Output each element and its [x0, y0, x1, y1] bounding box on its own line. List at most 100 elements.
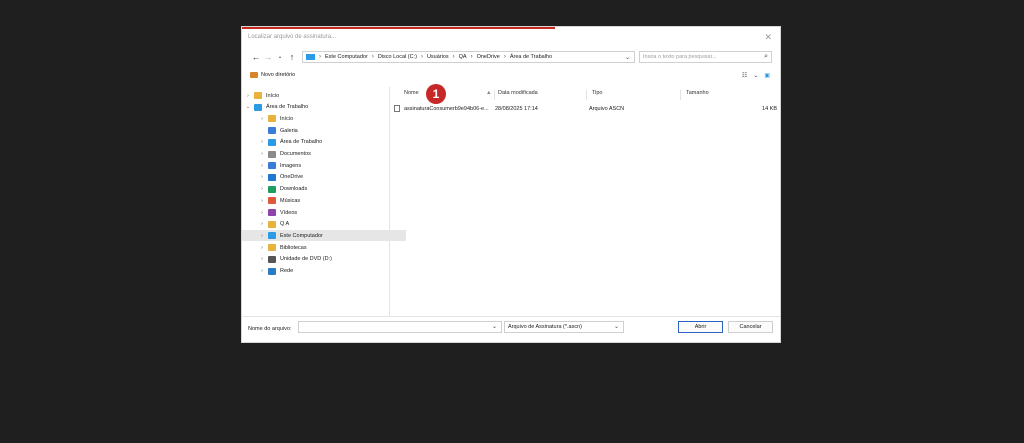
tree-item[interactable]: › Unidade de DVD (D:) [242, 254, 406, 265]
column-divider[interactable] [494, 90, 495, 100]
file-row[interactable]: assinaturaConsumerb9e94b06-e... 28/08/20… [394, 103, 778, 114]
tree-item-label: Documentos [280, 151, 311, 157]
tree-item[interactable]: › Documentos [242, 149, 406, 160]
breadcrumb-item[interactable]: OneDrive [477, 54, 500, 60]
new-folder-label: Novo diretório [261, 72, 296, 78]
cancel-button[interactable]: Cancelar [728, 321, 773, 333]
recent-chevron-icon[interactable]: ⌄ [274, 51, 286, 63]
step-badge: 1 [426, 84, 446, 104]
tree-item-label: Imagens [280, 162, 302, 169]
column-header-name[interactable]: Nome [404, 90, 419, 101]
preview-pane-icon[interactable]: ▣ [764, 72, 770, 79]
command-bar: Novo diretório ☷ ⌄ ▣ [242, 69, 780, 84]
tree-item-label: Este Computador [280, 232, 323, 239]
chevron-icon[interactable]: › [259, 174, 265, 180]
tree-item-label: Rede [280, 268, 294, 274]
chevron-icon[interactable]: › [259, 151, 265, 157]
title-bar: Localizar arquivo de assinatura... ✕ [242, 29, 780, 47]
breadcrumb-chevron-icon[interactable]: › [421, 54, 423, 60]
chevron-down-icon[interactable]: ⌄ [753, 72, 758, 79]
chevron-icon[interactable]: › [259, 233, 265, 239]
filetype-value: Arquivo de Assinatura (*.ascn) [508, 324, 582, 330]
tree-item-label: Início [266, 92, 280, 99]
breadcrumb-item[interactable]: Área de Trabalho [510, 54, 552, 60]
tree-item[interactable]: › Área de Trabalho [242, 137, 406, 148]
chevron-down-icon[interactable]: ⌄ [492, 323, 497, 330]
chevron-icon[interactable]: › [259, 139, 265, 145]
gallery-icon [268, 127, 276, 135]
tree-item[interactable]: Galeria [242, 125, 406, 136]
filename-input[interactable]: ⌄ [298, 321, 502, 333]
tree-item[interactable]: ⌄ Área de Trabalho [242, 102, 392, 113]
tree-item[interactable]: › Início [242, 113, 406, 124]
file-icon [394, 105, 400, 112]
music-icon [268, 197, 276, 205]
up-arrow-icon[interactable]: ↑ [286, 51, 298, 63]
address-bar[interactable]: › Este Computador › Disco Local (C:) › Usuári… [302, 51, 635, 63]
chevron-down-icon[interactable]: ⌄ [625, 54, 630, 61]
tree-item[interactable]: › Downloads [242, 184, 406, 195]
breadcrumb-item[interactable]: Disco Local (C:) [378, 54, 417, 60]
dialog-footer: Nome do arquivo: ⌄ Arquivo de Assinatura… [242, 316, 780, 343]
chevron-icon[interactable]: › [259, 210, 265, 216]
view-controls: ☷ ⌄ ▣ [742, 72, 770, 79]
breadcrumb-chevron-icon[interactable]: › [319, 54, 321, 60]
tree-item[interactable]: › Rede [242, 266, 406, 277]
column-header-size[interactable]: Tamanho [686, 90, 709, 101]
chevron-icon[interactable]: › [259, 245, 265, 251]
tree-item[interactable]: › Este Computador [242, 230, 406, 242]
breadcrumb-chevron-icon[interactable]: › [453, 54, 455, 60]
computer-icon [306, 54, 315, 60]
breadcrumb-chevron-icon[interactable]: › [504, 54, 506, 60]
desktop-icon [268, 138, 276, 146]
breadcrumb-item[interactable]: Usuários [427, 54, 449, 60]
column-divider[interactable] [680, 90, 681, 100]
tree-item-label: Área de Trabalho [266, 104, 309, 111]
tree-item[interactable]: › Músicas [242, 195, 406, 206]
tree-item[interactable]: › OneDrive [242, 172, 406, 183]
forward-arrow-icon[interactable]: → [262, 51, 274, 63]
tree-item[interactable]: › Vídeos [242, 207, 406, 218]
chevron-icon[interactable]: › [259, 256, 265, 262]
column-header-date[interactable]: Data modificada [498, 90, 538, 101]
breadcrumb-chevron-icon[interactable]: › [372, 54, 374, 60]
dvd-icon [268, 255, 276, 263]
open-button[interactable]: Abrir [678, 321, 723, 333]
filetype-select[interactable]: Arquivo de Assinatura (*.ascn) ⌄ [504, 321, 624, 333]
breadcrumb-item[interactable]: QA [459, 54, 467, 60]
search-input[interactable]: Insira o texto para pesquisar... ⌕ [639, 51, 772, 63]
chevron-icon[interactable]: ⌄ [245, 104, 251, 110]
chevron-icon[interactable]: › [259, 198, 265, 204]
column-header-type[interactable]: Tipo [592, 90, 603, 101]
cloud-icon [268, 173, 276, 181]
home-icon [268, 115, 276, 123]
tree-item[interactable]: › Imagens [242, 160, 406, 171]
chevron-icon[interactable]: › [259, 116, 265, 122]
search-icon[interactable]: ⌕ [764, 53, 768, 61]
tree-item[interactable]: › Bibliotecas [242, 242, 406, 253]
tree-item[interactable]: › Início [242, 90, 392, 101]
tree-item-label: Downloads [280, 186, 308, 193]
folder-icon [268, 220, 276, 228]
chevron-icon[interactable]: › [259, 221, 265, 227]
back-arrow-icon[interactable]: ← [250, 51, 262, 63]
new-folder-button[interactable]: Novo diretório [250, 72, 295, 78]
breadcrumb-chevron-icon[interactable]: › [471, 54, 473, 60]
file-open-dialog: Localizar arquivo de assinatura... ✕ ← →… [242, 27, 780, 342]
close-icon[interactable]: ✕ [764, 32, 772, 43]
chevron-icon[interactable]: › [259, 163, 265, 169]
column-divider[interactable] [586, 90, 587, 100]
tree-item-label: Vídeos [280, 209, 298, 216]
chevron-icon[interactable]: › [259, 186, 265, 192]
file-date: 28/08/2025 17:14 [495, 105, 538, 112]
chevron-icon[interactable]: › [259, 268, 265, 274]
tree-item-label: Unidade de DVD (D:) [280, 256, 332, 263]
navigation-bar: ← → ⌄ ↑ › Este Computador › Disco Local (C:… [242, 49, 780, 66]
chevron-icon[interactable]: › [245, 93, 251, 99]
breadcrumb-item[interactable]: Este Computador [325, 54, 368, 60]
chevron-down-icon[interactable]: ⌄ [614, 323, 619, 330]
tree-item-label: Área de Trabalho [280, 139, 323, 146]
view-options-icon[interactable]: ☷ [742, 72, 747, 79]
tree-item[interactable]: › Q A [242, 219, 406, 230]
tree-item-label: Músicas [280, 197, 301, 204]
